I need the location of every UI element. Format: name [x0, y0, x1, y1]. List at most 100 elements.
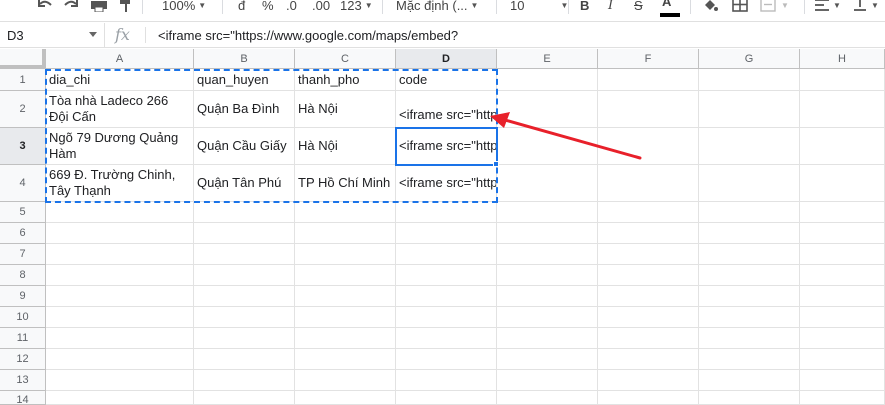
- cell-b14[interactable]: [194, 391, 295, 405]
- zoom-select[interactable]: 100% ▼: [162, 0, 206, 16]
- cell-a13[interactable]: [46, 370, 194, 391]
- cell-f13[interactable]: [598, 370, 699, 391]
- cell-e11[interactable]: [497, 328, 598, 349]
- row-header-14[interactable]: 14: [0, 391, 46, 405]
- cell-d11[interactable]: [396, 328, 497, 349]
- vertical-align-button[interactable]: ▼: [852, 0, 879, 16]
- cell-a5[interactable]: [46, 202, 194, 223]
- cell-d14[interactable]: [396, 391, 497, 405]
- horizontal-align-button[interactable]: ▼: [814, 0, 841, 16]
- cell-g1[interactable]: [699, 69, 800, 91]
- cell-h4[interactable]: [800, 165, 885, 202]
- cell-b9[interactable]: [194, 286, 295, 307]
- cell-d3[interactable]: <iframe src="https://www.google.com/maps…: [396, 128, 497, 165]
- cell-a10[interactable]: [46, 307, 194, 328]
- cell-d9[interactable]: [396, 286, 497, 307]
- cell-f3[interactable]: [598, 128, 699, 165]
- cell-g4[interactable]: [699, 165, 800, 202]
- row-header-8[interactable]: 8: [0, 265, 46, 286]
- column-header-e[interactable]: E: [497, 49, 598, 69]
- cell-e4[interactable]: [497, 165, 598, 202]
- cell-d4[interactable]: <iframe src="https://www.google.com/maps…: [396, 165, 497, 202]
- cell-e7[interactable]: [497, 244, 598, 265]
- cell-c6[interactable]: [295, 223, 396, 244]
- cell-d5[interactable]: [396, 202, 497, 223]
- increase-decimal-button[interactable]: .00: [312, 0, 330, 16]
- cell-a1[interactable]: dia_chi: [46, 69, 194, 91]
- fill-color-button[interactable]: [702, 0, 718, 16]
- formula-input[interactable]: <iframe src="https://www.google.com/maps…: [158, 28, 458, 43]
- cell-a9[interactable]: [46, 286, 194, 307]
- row-header-2[interactable]: 2: [0, 91, 46, 128]
- borders-button[interactable]: [732, 0, 748, 16]
- cell-h8[interactable]: [800, 265, 885, 286]
- cell-c8[interactable]: [295, 265, 396, 286]
- cell-d8[interactable]: [396, 265, 497, 286]
- cell-h11[interactable]: [800, 328, 885, 349]
- print-button[interactable]: [90, 0, 108, 16]
- row-header-6[interactable]: 6: [0, 223, 46, 244]
- column-header-g[interactable]: G: [699, 49, 800, 69]
- cell-c3[interactable]: Hà Nội: [295, 128, 396, 165]
- italic-button[interactable]: I: [608, 0, 613, 16]
- cell-g3[interactable]: [699, 128, 800, 165]
- cell-b8[interactable]: [194, 265, 295, 286]
- column-header-c[interactable]: C: [295, 49, 396, 69]
- percent-format-button[interactable]: %: [262, 0, 274, 16]
- cell-g2[interactable]: [699, 91, 800, 128]
- cell-h6[interactable]: [800, 223, 885, 244]
- bold-button[interactable]: B: [580, 0, 589, 16]
- column-header-b[interactable]: B: [194, 49, 295, 69]
- cell-a8[interactable]: [46, 265, 194, 286]
- cell-h14[interactable]: [800, 391, 885, 405]
- cell-c2[interactable]: Hà Nội: [295, 91, 396, 128]
- cell-g12[interactable]: [699, 349, 800, 370]
- row-header-13[interactable]: 13: [0, 370, 46, 391]
- cell-d12[interactable]: [396, 349, 497, 370]
- more-formats-select[interactable]: 123 ▼: [340, 0, 373, 16]
- cell-g8[interactable]: [699, 265, 800, 286]
- row-header-1[interactable]: 1: [0, 69, 46, 91]
- cell-f6[interactable]: [598, 223, 699, 244]
- cell-c9[interactable]: [295, 286, 396, 307]
- column-header-f[interactable]: F: [598, 49, 699, 69]
- cell-h12[interactable]: [800, 349, 885, 370]
- cell-e9[interactable]: [497, 286, 598, 307]
- cell-g14[interactable]: [699, 391, 800, 405]
- cell-c11[interactable]: [295, 328, 396, 349]
- cell-b6[interactable]: [194, 223, 295, 244]
- cell-b1[interactable]: quan_huyen: [194, 69, 295, 91]
- cell-c5[interactable]: [295, 202, 396, 223]
- cell-f4[interactable]: [598, 165, 699, 202]
- row-header-4[interactable]: 4: [0, 165, 46, 202]
- cell-b10[interactable]: [194, 307, 295, 328]
- cell-b3[interactable]: Quận Cầu Giấy: [194, 128, 295, 165]
- cell-d13[interactable]: [396, 370, 497, 391]
- cell-f12[interactable]: [598, 349, 699, 370]
- cell-e3[interactable]: [497, 128, 598, 165]
- cell-e8[interactable]: [497, 265, 598, 286]
- cell-e6[interactable]: [497, 223, 598, 244]
- cell-e13[interactable]: [497, 370, 598, 391]
- cell-h9[interactable]: [800, 286, 885, 307]
- cell-a7[interactable]: [46, 244, 194, 265]
- cell-b4[interactable]: Quận Tân Phú: [194, 165, 295, 202]
- row-header-12[interactable]: 12: [0, 349, 46, 370]
- cell-f7[interactable]: [598, 244, 699, 265]
- cell-f5[interactable]: [598, 202, 699, 223]
- cell-d7[interactable]: [396, 244, 497, 265]
- cell-e12[interactable]: [497, 349, 598, 370]
- cell-a6[interactable]: [46, 223, 194, 244]
- cell-b11[interactable]: [194, 328, 295, 349]
- cell-e14[interactable]: [497, 391, 598, 405]
- column-header-h[interactable]: H: [800, 49, 885, 69]
- row-header-7[interactable]: 7: [0, 244, 46, 265]
- decrease-decimal-button[interactable]: .0: [286, 0, 297, 16]
- name-box[interactable]: D3: [0, 23, 105, 47]
- cell-c10[interactable]: [295, 307, 396, 328]
- cell-b5[interactable]: [194, 202, 295, 223]
- cell-h5[interactable]: [800, 202, 885, 223]
- font-size-select[interactable]: 10 ▼: [510, 0, 568, 16]
- cell-g9[interactable]: [699, 286, 800, 307]
- cell-e1[interactable]: [497, 69, 598, 91]
